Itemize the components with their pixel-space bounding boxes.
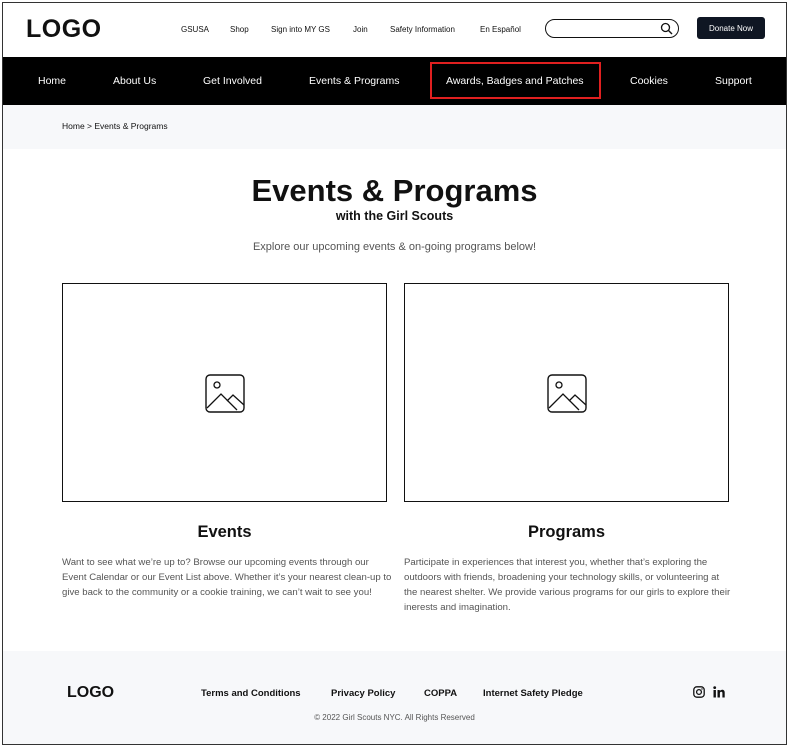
utility-link-safety[interactable]: Safety Information (390, 25, 455, 34)
nav-highlight-box (430, 62, 601, 99)
footer-link-terms[interactable]: Terms and Conditions (201, 688, 301, 699)
events-card-title[interactable]: Events (62, 523, 387, 542)
nav-item-events-programs[interactable]: Events & Programs (309, 57, 399, 105)
breadcrumb-bar: Home > Events & Programs (3, 105, 786, 149)
footer: LOGO Terms and Conditions Privacy Policy… (3, 651, 786, 744)
copyright-text: © 2022 Girl Scouts NYC. All Rights Reser… (314, 713, 475, 722)
events-image[interactable] (62, 283, 387, 502)
nav-item-cookies[interactable]: Cookies (630, 57, 668, 105)
utility-link-join[interactable]: Join (353, 25, 368, 34)
main-nav: Home About Us Get Involved Events & Prog… (3, 57, 786, 105)
programs-card-title[interactable]: Programs (404, 523, 729, 542)
footer-link-coppa[interactable]: COPPA (424, 688, 457, 699)
nav-item-get-involved[interactable]: Get Involved (203, 57, 262, 105)
donate-button[interactable]: Donate Now (697, 17, 765, 39)
utility-link-sign-in[interactable]: Sign into MY GS (271, 25, 330, 34)
utility-link-espanol[interactable]: En Español (480, 25, 521, 34)
search-icon[interactable] (660, 22, 673, 35)
utility-link-shop[interactable]: Shop (230, 25, 249, 34)
instagram-icon[interactable] (693, 686, 705, 698)
footer-logo[interactable]: LOGO (67, 684, 114, 702)
header-logo[interactable]: LOGO (26, 15, 102, 44)
footer-link-privacy[interactable]: Privacy Policy (331, 688, 395, 699)
linkedin-icon[interactable] (713, 686, 725, 698)
page-subtitle: with the Girl Scouts (335, 209, 454, 223)
programs-image[interactable] (404, 283, 729, 502)
search-input[interactable] (545, 19, 679, 38)
page-frame: LOGO GSUSA Shop Sign into MY GS Join Saf… (2, 2, 787, 745)
image-placeholder-icon (205, 374, 245, 413)
page-title: Events & Programs (251, 173, 538, 208)
breadcrumb[interactable]: Home > Events & Programs (62, 121, 168, 131)
image-placeholder-icon (547, 374, 587, 413)
footer-link-safety-pledge[interactable]: Internet Safety Pledge (483, 688, 583, 699)
top-header: LOGO GSUSA Shop Sign into MY GS Join Saf… (3, 3, 786, 57)
nav-item-home[interactable]: Home (38, 57, 66, 105)
nav-item-about-us[interactable]: About Us (113, 57, 156, 105)
nav-item-support[interactable]: Support (715, 57, 752, 105)
events-card-text: Want to see what we’re up to? Browse our… (62, 557, 392, 598)
intro-text: Explore our upcoming events & on-going p… (252, 241, 537, 253)
programs-card-text: Participate in experiences that interest… (404, 557, 731, 613)
utility-link-gsusa[interactable]: GSUSA (181, 25, 209, 34)
